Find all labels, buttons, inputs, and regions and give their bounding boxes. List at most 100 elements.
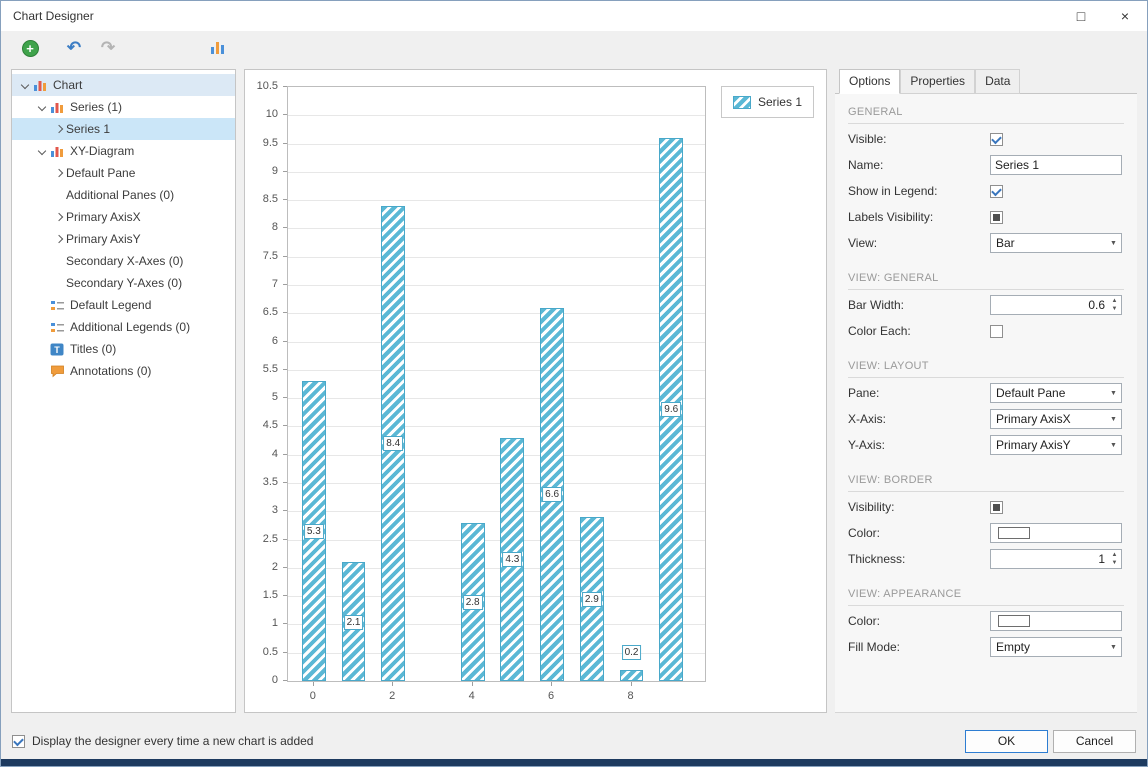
view-general-bar-width-spinner[interactable]: 0.6 ▲ ▼	[990, 295, 1122, 315]
section-view-general: VIEW: GENERAL	[848, 272, 1124, 290]
property-row: Color:	[835, 608, 1137, 634]
tree-item-series-1[interactable]: Series (1)	[12, 96, 235, 118]
color-swatch	[998, 527, 1030, 539]
chevron-down-icon: ▼	[1110, 389, 1117, 397]
expander-expanded-icon[interactable]	[35, 144, 49, 158]
y-tick	[283, 312, 287, 314]
tree-item-default-pane[interactable]: Default Pane	[12, 162, 235, 184]
tree-item-label: Series 1	[66, 122, 111, 136]
expander-collapsed-icon[interactable]	[52, 122, 66, 136]
tree-item-secondary-y-axes-0[interactable]: Secondary Y-Axes (0)	[12, 272, 235, 294]
view-appearance-color-colorpicker[interactable]	[990, 611, 1122, 631]
y-tick	[283, 566, 287, 568]
view-border-visibility-checkbox[interactable]	[990, 500, 1003, 514]
property-label: Show in Legend:	[848, 184, 938, 198]
expander-expanded-icon[interactable]	[18, 78, 32, 92]
property-label: Visible:	[848, 132, 887, 146]
y-tick	[283, 86, 287, 87]
plot-area: 5.3 2.1 8.4 2.8 4.3 6.6 2.9 0.2 9.6	[287, 86, 706, 682]
redo-button[interactable]: ↷	[95, 35, 121, 61]
view-layout-x-axis-dropdown[interactable]: Primary AxisX ▼	[990, 409, 1122, 429]
gridline	[288, 426, 705, 428]
expander-expanded-icon[interactable]	[35, 100, 49, 114]
undo-button[interactable]: ↶	[61, 35, 87, 61]
cancel-button[interactable]: Cancel	[1053, 729, 1136, 753]
tree-item-additional-legends-0[interactable]: Additional Legends (0)	[12, 316, 235, 338]
general-view-dropdown[interactable]: Bar ▼	[990, 233, 1122, 253]
tab-properties[interactable]: Properties	[900, 69, 976, 94]
spin-down-icon[interactable]: ▼	[1108, 559, 1121, 567]
gridline	[288, 454, 705, 456]
tree-item-xy-diagram[interactable]: XY-Diagram	[12, 140, 235, 162]
expander-collapsed-icon[interactable]	[52, 232, 66, 246]
tab-options[interactable]: Options	[839, 69, 901, 94]
gridline	[288, 369, 705, 371]
property-label: Fill Mode:	[848, 640, 901, 654]
maximize-button[interactable]: □	[1059, 1, 1103, 31]
tree-item-label: Series (1)	[70, 100, 123, 114]
y-axis-label: 3.5	[262, 476, 278, 488]
general-show-in-legend-checkbox[interactable]	[990, 184, 1003, 198]
property-row: Name:	[835, 152, 1137, 178]
gridline	[288, 143, 705, 145]
expander-collapsed-icon[interactable]	[52, 166, 66, 180]
y-tick	[283, 170, 287, 172]
view-border-thickness-spinner[interactable]: 1 ▲ ▼	[990, 549, 1122, 569]
tab-data[interactable]: Data	[975, 69, 1021, 94]
general-name-input[interactable]	[990, 155, 1122, 175]
add-button[interactable]: +	[17, 35, 43, 61]
title-icon: T	[50, 343, 67, 356]
x-tick	[630, 682, 632, 686]
view-border-color-colorpicker[interactable]	[990, 523, 1122, 543]
tree-item-primary-axisy[interactable]: Primary AxisY	[12, 228, 235, 250]
y-tick	[283, 114, 287, 116]
tree-item-chart[interactable]: Chart	[12, 74, 235, 96]
x-tick	[392, 682, 394, 686]
tree-item-primary-axisx[interactable]: Primary AxisX	[12, 206, 235, 228]
spin-up-icon[interactable]: ▲	[1108, 551, 1121, 559]
expander-collapsed-icon[interactable]	[52, 210, 66, 224]
view-layout-y-axis-dropdown[interactable]: Primary AxisY ▼	[990, 435, 1122, 455]
tree-item-label: XY-Diagram	[70, 144, 135, 158]
tree-item-annotations-0[interactable]: Annotations (0)	[12, 360, 235, 382]
chart-designer-window: Chart Designer □ × + ↶ ↷ Chart Series (1)…	[0, 0, 1148, 767]
x-axis-label: 6	[548, 690, 555, 702]
chart-icon	[33, 79, 50, 92]
view-appearance-fill-mode-dropdown[interactable]: Empty ▼	[990, 637, 1122, 657]
ok-button[interactable]: OK	[965, 729, 1048, 753]
y-axis-label: 10	[265, 108, 278, 121]
property-row: X-Axis: Primary AxisX ▼	[835, 406, 1137, 432]
property-label: Name:	[848, 158, 884, 172]
chart-preview: 5.3 2.1 8.4 2.8 4.3 6.6 2.9 0.2 9.6 0 0.5 1 1.5 2 2.5…	[244, 69, 827, 713]
view-general-color-each-checkbox[interactable]	[990, 324, 1003, 338]
window-title: Chart Designer	[13, 9, 94, 23]
display-designer-checkbox[interactable]	[12, 734, 25, 748]
tree-item-titles-0[interactable]: T Titles (0)	[12, 338, 235, 360]
general-labels-visibility-checkbox[interactable]	[990, 210, 1003, 224]
panel-tabs: Options Properties Data	[835, 69, 1137, 94]
legend-icon	[50, 321, 67, 334]
tree-item-default-legend[interactable]: Default Legend	[12, 294, 235, 316]
bar[interactable]	[619, 669, 644, 681]
spin-down-icon[interactable]: ▼	[1108, 305, 1121, 313]
tree-item-series-1[interactable]: Series 1	[12, 118, 235, 140]
property-label: Color:	[848, 614, 881, 628]
panel-sections: GENERAL Visible: Name: Show in Legend: Label…	[835, 93, 1137, 713]
y-axis-label: 0	[271, 674, 278, 686]
gridline	[288, 256, 705, 258]
y-axis-label: 1	[271, 617, 278, 630]
gridline	[288, 511, 705, 513]
tree-item-secondary-x-axes-0[interactable]: Secondary X-Axes (0)	[12, 250, 235, 272]
general-visible-checkbox[interactable]	[990, 132, 1003, 146]
chart-type-icon[interactable]	[205, 35, 231, 61]
bar-value-label: 4.3	[502, 552, 523, 568]
gridline	[288, 483, 705, 484]
spin-up-icon[interactable]: ▲	[1108, 297, 1121, 305]
view-layout-pane-dropdown[interactable]: Default Pane ▼	[990, 383, 1122, 403]
tree-item-additional-panes-0[interactable]: Additional Panes (0)	[12, 184, 235, 206]
close-button[interactable]: ×	[1103, 1, 1147, 31]
window-bottom-edge	[1, 759, 1147, 766]
